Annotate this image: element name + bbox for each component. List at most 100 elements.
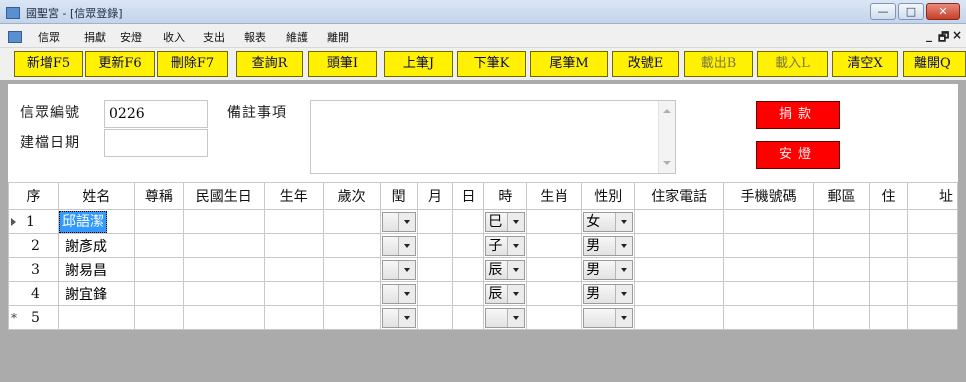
cell-birthday[interactable]	[182, 257, 265, 282]
cell-name[interactable]: 謝彥成	[57, 233, 135, 258]
cell-address-2[interactable]	[906, 257, 959, 282]
gender-combo[interactable]: 女	[583, 211, 634, 232]
menu-expense[interactable]: 支出	[203, 29, 225, 45]
add-button[interactable]: 新增F5	[14, 51, 83, 77]
hour-combo[interactable]: 子	[485, 235, 526, 256]
row-header[interactable]: 3	[8, 257, 59, 282]
col-header-age-cycle[interactable]: 歲次	[322, 182, 381, 210]
cell-leap[interactable]	[379, 209, 418, 234]
cell-leap[interactable]	[379, 233, 418, 258]
cell-title[interactable]	[133, 209, 184, 234]
change-number-button[interactable]: 改號E	[612, 51, 679, 77]
chevron-down-icon[interactable]	[615, 260, 633, 279]
scroll-down-icon[interactable]	[663, 161, 671, 165]
previous-record-button[interactable]: 上筆J	[384, 51, 453, 77]
cell-mobile[interactable]	[723, 209, 815, 234]
cell-age-cycle[interactable]	[322, 209, 381, 234]
cell-mobile[interactable]	[723, 233, 815, 258]
member-no-field[interactable]: 0226	[104, 100, 208, 128]
chevron-down-icon[interactable]	[615, 212, 633, 231]
col-header-month[interactable]: 月	[416, 182, 454, 210]
cell-zodiac[interactable]	[526, 209, 583, 234]
cell-zodiac[interactable]	[526, 233, 583, 258]
minimize-button[interactable]: —	[870, 3, 896, 20]
cell-birthday[interactable]	[182, 281, 265, 306]
cell-mobile[interactable]	[723, 257, 815, 282]
col-header-birthday[interactable]: 民國生日	[182, 182, 265, 210]
col-header-hour[interactable]: 時	[483, 182, 528, 210]
col-header-mobile[interactable]: 手機號碼	[723, 182, 815, 210]
cell-birth-year[interactable]	[263, 305, 324, 330]
close-button[interactable]: ✕	[926, 3, 960, 20]
leap-combo[interactable]	[381, 211, 416, 232]
hour-combo[interactable]: 巳	[485, 211, 526, 232]
cell-name[interactable]: 謝宜鋒	[57, 281, 135, 306]
cell-home-phone[interactable]	[634, 305, 725, 330]
cell-home-phone[interactable]	[634, 209, 725, 234]
row-header[interactable]: 4	[8, 281, 59, 306]
cell-address-2[interactable]	[906, 233, 959, 258]
cell-month[interactable]	[416, 281, 454, 306]
hour-combo[interactable]	[485, 307, 526, 328]
cell-month[interactable]	[416, 305, 454, 330]
cell-gender[interactable]: 女	[581, 209, 636, 234]
exit-button[interactable]: 離開Q	[903, 51, 966, 77]
cell-day[interactable]	[452, 305, 485, 330]
col-header-name[interactable]: 姓名	[57, 182, 135, 210]
col-header-zodiac[interactable]: 生肖	[526, 182, 583, 210]
gender-combo[interactable]: 男	[583, 283, 634, 304]
chevron-down-icon[interactable]	[397, 212, 415, 231]
leap-combo[interactable]	[381, 235, 416, 256]
mdi-minimize-icon[interactable]: _	[926, 28, 932, 42]
chevron-down-icon[interactable]	[507, 260, 525, 279]
gender-combo[interactable]	[583, 307, 634, 328]
cell-birth-year[interactable]	[263, 233, 324, 258]
menu-reports[interactable]: 報表	[244, 29, 266, 45]
cell-birth-year[interactable]	[263, 257, 324, 282]
menu-donations[interactable]: 捐獻	[84, 29, 106, 45]
cell-address-1[interactable]	[869, 281, 908, 306]
last-record-button[interactable]: 尾筆M	[530, 51, 608, 77]
row-header[interactable]: 1	[8, 209, 59, 234]
cell-gender[interactable]	[581, 305, 636, 330]
cell-gender[interactable]: 男	[581, 233, 636, 258]
cell-zip[interactable]	[813, 305, 870, 330]
cell-birthday[interactable]	[182, 233, 265, 258]
row-header[interactable]: * 5	[8, 305, 59, 330]
cell-address-2[interactable]	[906, 281, 959, 306]
col-header-gender[interactable]: 性別	[581, 182, 636, 210]
table-row[interactable]: 2 謝彥成 子 男	[8, 233, 959, 258]
table-row[interactable]: 3 謝易昌 辰 男	[8, 257, 959, 282]
cell-hour[interactable]: 辰	[483, 281, 528, 306]
cell-zip[interactable]	[813, 281, 870, 306]
mdi-child-icon[interactable]	[8, 31, 22, 43]
cell-leap[interactable]	[379, 257, 418, 282]
cell-age-cycle[interactable]	[322, 281, 381, 306]
chevron-down-icon[interactable]	[397, 260, 415, 279]
chevron-down-icon[interactable]	[615, 308, 633, 327]
delete-button[interactable]: 刪除F7	[157, 51, 228, 77]
cell-day[interactable]	[452, 281, 485, 306]
leap-combo[interactable]	[381, 259, 416, 280]
menu-exit[interactable]: 離開	[327, 29, 349, 45]
cell-hour[interactable]: 子	[483, 233, 528, 258]
col-header-home-phone[interactable]: 住家電話	[634, 182, 725, 210]
cell-day[interactable]	[452, 233, 485, 258]
table-row[interactable]: 4 謝宜鋒 辰 男	[8, 281, 959, 306]
cell-leap[interactable]	[379, 305, 418, 330]
cell-address-1[interactable]	[869, 209, 908, 234]
chevron-down-icon[interactable]	[507, 236, 525, 255]
cell-title[interactable]	[133, 305, 184, 330]
cell-age-cycle[interactable]	[322, 257, 381, 282]
remarks-field[interactable]	[310, 100, 676, 174]
col-header-zip[interactable]: 郵區	[813, 182, 870, 210]
cell-title[interactable]	[133, 233, 184, 258]
chevron-down-icon[interactable]	[397, 236, 415, 255]
cell-gender[interactable]: 男	[581, 281, 636, 306]
col-header-address-2[interactable]: 址	[906, 182, 959, 210]
cell-zodiac[interactable]	[526, 257, 583, 282]
cell-zip[interactable]	[813, 209, 870, 234]
leap-combo[interactable]	[381, 307, 416, 328]
cell-day[interactable]	[452, 209, 485, 234]
cell-month[interactable]	[416, 209, 454, 234]
